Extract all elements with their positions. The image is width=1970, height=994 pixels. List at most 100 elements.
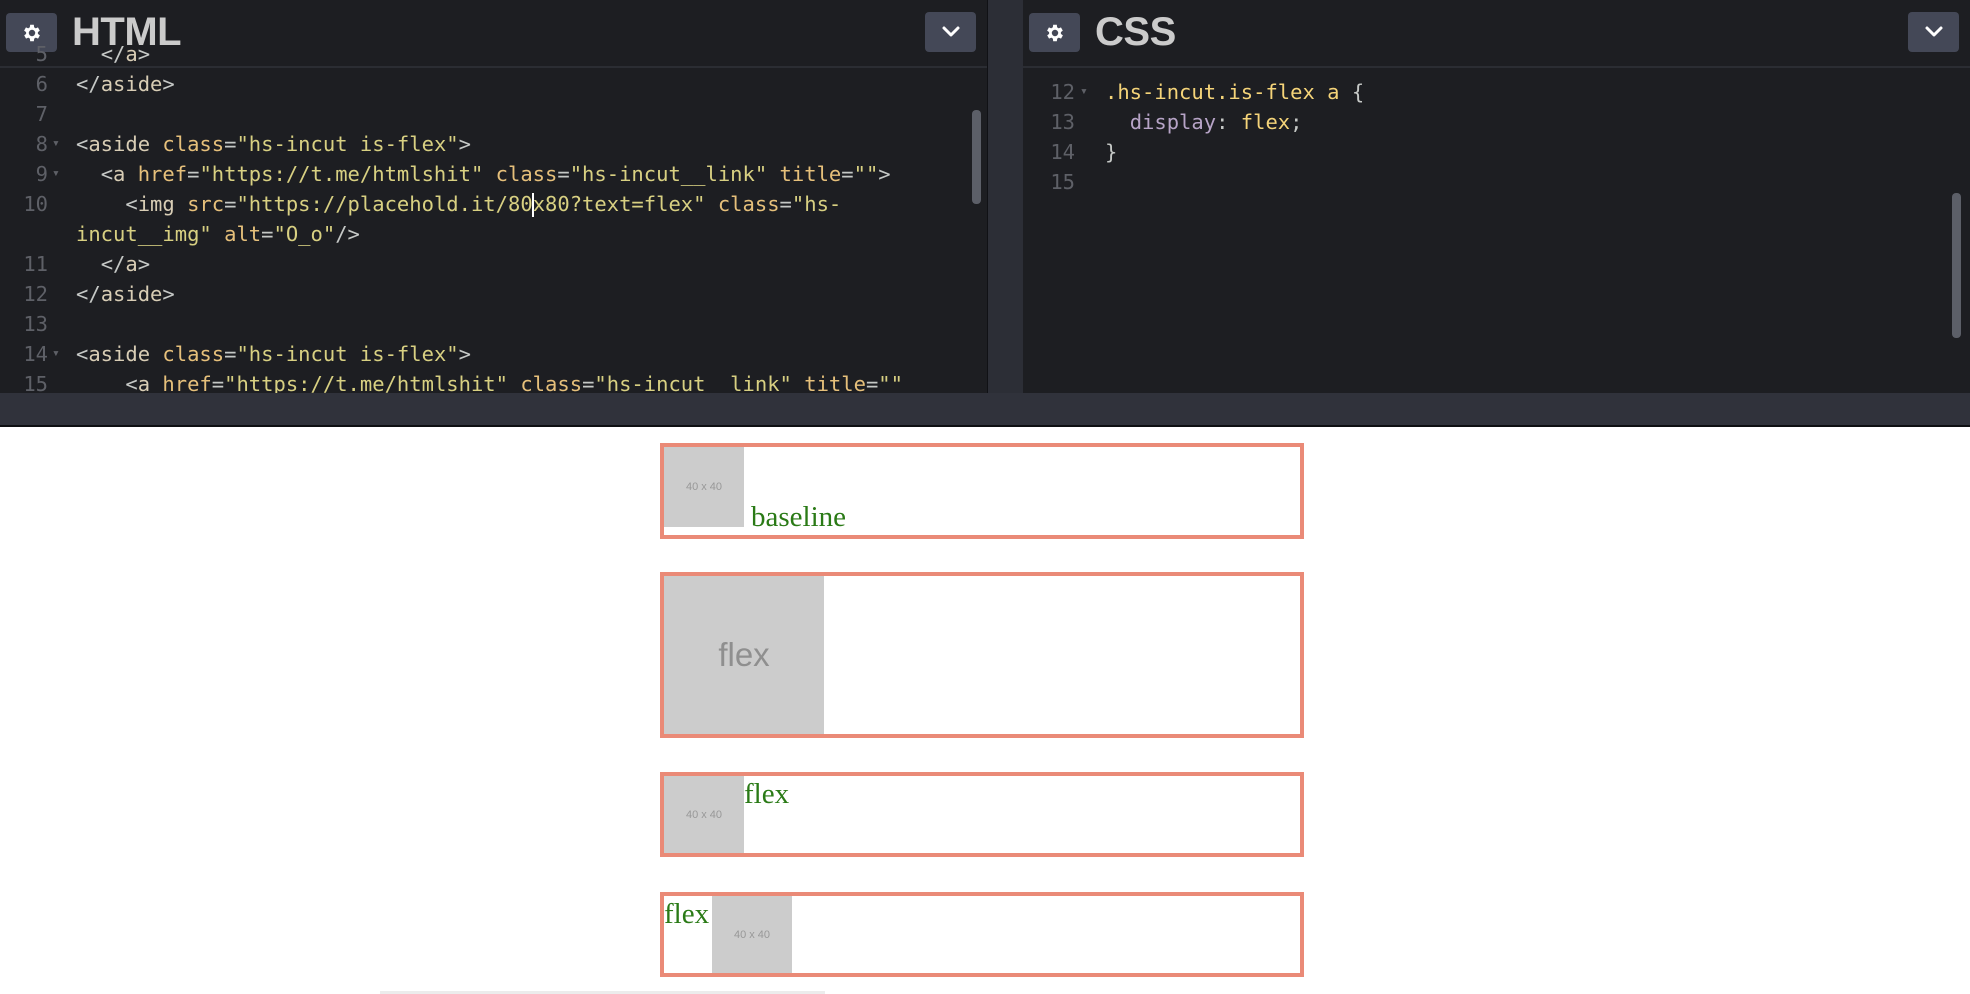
- code-token: <: [100, 162, 114, 186]
- code-line[interactable]: 15 <a href="https://t.me/htmlshit" class…: [0, 369, 987, 393]
- code-token: aside: [100, 282, 163, 306]
- code-token: x80?text=flex": [532, 192, 718, 216]
- code-text: <aside class="hs-incut is-flex">: [76, 339, 471, 369]
- fold-arrow-icon[interactable]: ▾: [1080, 77, 1094, 107]
- css-collapse-button[interactable]: [1908, 12, 1959, 52]
- code-token: aside: [100, 72, 163, 96]
- html-editor-pane: HTML 5 </a> 6 </aside> 7 8 ▾ <aside class="hs-…: [0, 0, 987, 393]
- code-token: >: [137, 252, 151, 276]
- css-pane-title: CSS: [1095, 10, 1176, 54]
- fold-arrow-icon[interactable]: ▾: [52, 339, 66, 369]
- pane-splitter[interactable]: [987, 0, 1025, 393]
- code-line[interactable]: incut__img" alt="O_o"/>: [0, 219, 987, 249]
- css-settings-button[interactable]: [1029, 13, 1080, 52]
- code-line[interactable]: 12 </aside>: [0, 279, 987, 309]
- code-token: <: [76, 132, 89, 156]
- code-token: "https://t.me/htmlshit": [199, 162, 496, 186]
- code-token: =: [211, 372, 225, 393]
- code-token: =: [557, 162, 570, 186]
- css-code-editor[interactable]: 12 ▾ .hs-incut.is-flex a {13 display: flex…: [1023, 66, 1970, 393]
- fold-arrow-icon[interactable]: ▾: [52, 129, 66, 159]
- code-text: <a href="https://t.me/htmlshit" class="h…: [76, 159, 891, 189]
- code-token: class: [162, 132, 225, 156]
- code-text: .hs-incut.is-flex a {: [1105, 77, 1364, 107]
- code-token: =: [779, 192, 792, 216]
- code-line[interactable]: 11 </a>: [0, 249, 987, 279]
- placeholder-image[interactable]: 40 x 40: [712, 896, 792, 973]
- code-line[interactable]: 8 ▾ <aside class="hs-incut is-flex">: [0, 129, 987, 159]
- code-token: <: [76, 342, 89, 366]
- incut-label[interactable]: flex: [744, 778, 789, 810]
- code-line[interactable]: 7: [0, 99, 987, 129]
- code-token: class: [717, 192, 780, 216]
- placeholder-image[interactable]: 40 x 40: [664, 776, 744, 853]
- code-text: }: [1105, 137, 1117, 167]
- line-number: 8: [35, 132, 48, 156]
- placeholder-image[interactable]: 40 x 40: [664, 447, 744, 527]
- chevron-down-icon: [1925, 26, 1942, 37]
- code-line[interactable]: 14 ▾ <aside class="hs-incut is-flex">: [0, 339, 987, 369]
- code-token: </: [100, 252, 126, 276]
- code-token: class: [495, 162, 558, 186]
- code-token: "hs-incut__link": [594, 372, 805, 393]
- editor-area: HTML 5 </a> 6 </aside> 7 8 ▾ <aside class="hs-…: [0, 0, 1970, 393]
- code-line[interactable]: 13 display: flex;: [1023, 107, 1970, 137]
- code-token: ;: [1290, 110, 1303, 134]
- code-token: aside: [88, 342, 163, 366]
- fold-arrow-icon[interactable]: ▾: [52, 159, 66, 189]
- code-token: </: [76, 282, 101, 306]
- code-token: a: [113, 162, 138, 186]
- code-token: </: [76, 72, 101, 96]
- code-token: {: [1351, 80, 1365, 104]
- line-number: 14: [1050, 140, 1075, 164]
- code-line[interactable]: 15: [1023, 167, 1970, 197]
- code-token: href: [137, 162, 188, 186]
- html-code-editor[interactable]: 5 </a> 6 </aside> 7 8 ▾ <aside class="hs-incut…: [0, 42, 987, 393]
- incut-label[interactable]: flex: [664, 898, 709, 930]
- code-token: >: [878, 162, 891, 186]
- line-number: 13: [1050, 110, 1075, 134]
- code-line[interactable]: 10 <img src="https://placehold.it/80x80?…: [0, 189, 987, 219]
- code-token: a: [125, 252, 138, 276]
- code-token: display: [1129, 110, 1217, 134]
- editor-resize-bar[interactable]: [0, 393, 1970, 427]
- code-token: a: [125, 42, 138, 66]
- code-token: img: [137, 192, 188, 216]
- css-editor-pane: CSS 12 ▾ .hs-incut.is-flex a {13 display: …: [1023, 0, 1970, 393]
- code-line[interactable]: 5 </a>: [0, 39, 987, 69]
- line-number: 14: [23, 342, 48, 366]
- code-token: alt: [224, 222, 262, 246]
- placeholder-image[interactable]: flex: [664, 576, 824, 734]
- incut-box-flex-left-label: flex 40 x 40: [660, 892, 1304, 977]
- code-token: :: [1216, 110, 1241, 134]
- code-line[interactable]: 13: [0, 309, 987, 339]
- code-token: =: [224, 132, 237, 156]
- code-token: >: [162, 282, 175, 306]
- line-number: 5: [35, 42, 48, 66]
- line-number: 11: [23, 252, 48, 276]
- code-line[interactable]: 6 </aside>: [0, 69, 987, 99]
- css-editor-scrollbar[interactable]: [1952, 193, 1961, 338]
- code-line[interactable]: 12 ▾ .hs-incut.is-flex a {: [1023, 77, 1970, 107]
- code-line[interactable]: 9 ▾ <a href="https://t.me/htmlshit" class…: [0, 159, 987, 189]
- code-token: "hs-incut is-flex": [236, 342, 459, 366]
- code-line[interactable]: 14}: [1023, 137, 1970, 167]
- line-number: 15: [23, 372, 48, 393]
- code-token: flex: [1240, 110, 1291, 134]
- code-text: <img src="https://placehold.it/80x80?tex…: [76, 189, 841, 219]
- code-token: </: [100, 42, 126, 66]
- incut-label[interactable]: baseline: [751, 501, 846, 533]
- code-token: >: [458, 132, 471, 156]
- code-token: class: [162, 342, 225, 366]
- html-editor-scrollbar[interactable]: [972, 110, 981, 204]
- code-token: =: [224, 192, 237, 216]
- incut-box-flex-large: flex: [660, 572, 1304, 738]
- line-number: 7: [35, 102, 48, 126]
- code-text: </aside>: [76, 279, 175, 309]
- code-token: aside: [88, 132, 163, 156]
- code-token: "https://t.me/htmlshit": [224, 372, 521, 393]
- line-number: 6: [35, 72, 48, 96]
